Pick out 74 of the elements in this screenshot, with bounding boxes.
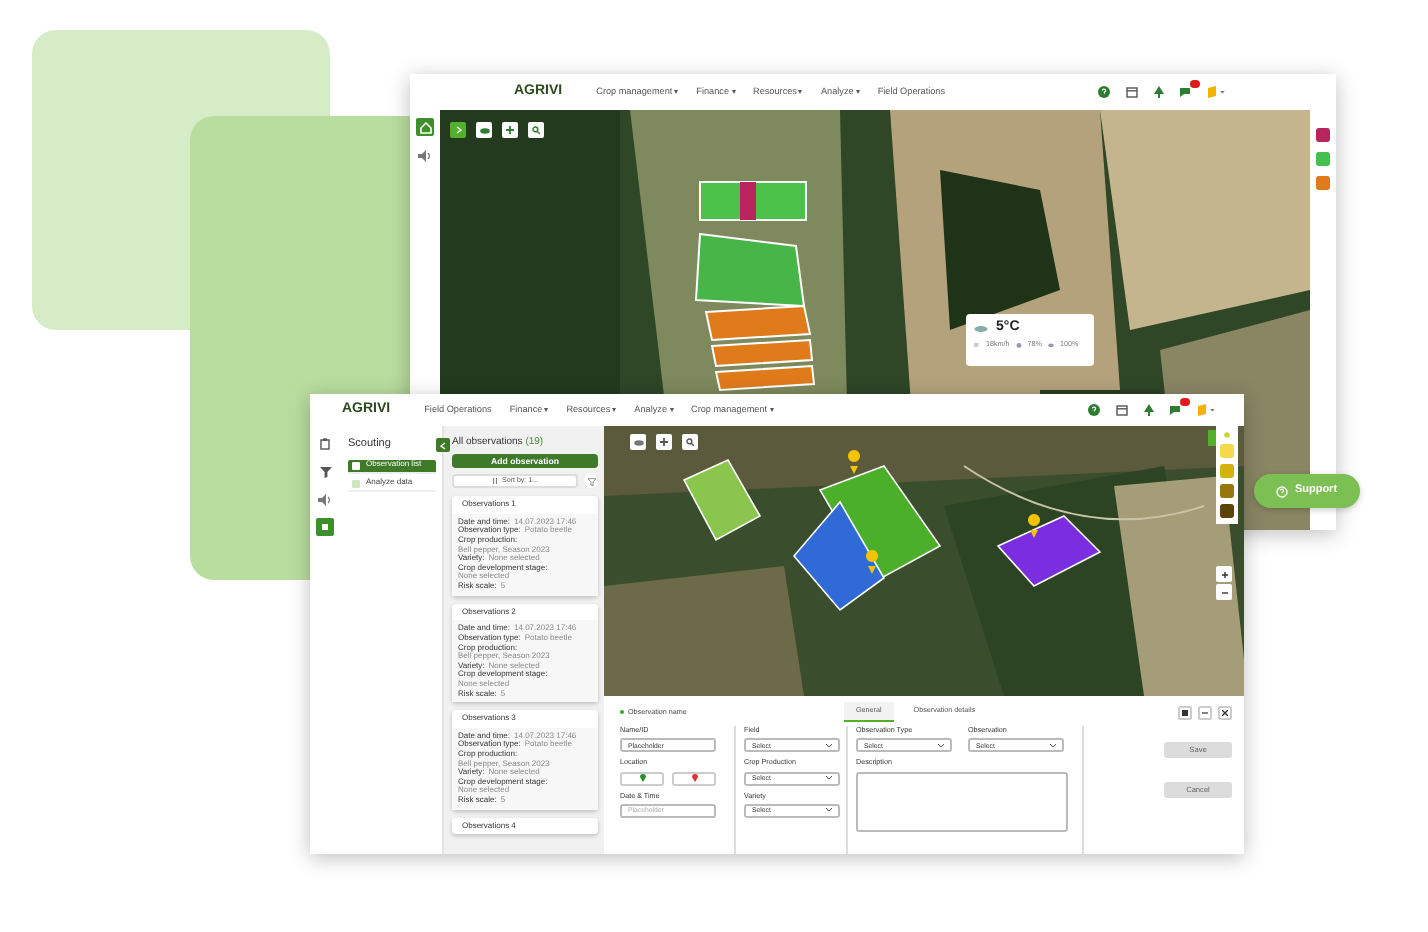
caret-icon (855, 90, 860, 94)
search-button[interactable] (682, 434, 698, 450)
map-pin-icon (639, 774, 645, 783)
legend-color[interactable] (1220, 484, 1234, 498)
caret-icon (612, 408, 617, 412)
legend-color[interactable] (1316, 176, 1330, 190)
home-button[interactable] (416, 118, 434, 136)
filter-button[interactable] (316, 462, 334, 480)
caret-icon (731, 90, 736, 94)
minimize-button[interactable] (1198, 705, 1212, 719)
caret-icon (769, 408, 774, 412)
clipboard-icon (320, 437, 330, 449)
eye-icon (633, 439, 643, 445)
plus-icon (1221, 571, 1227, 577)
tree-icon[interactable] (1144, 403, 1154, 416)
chevron-icon (440, 441, 446, 449)
add-button[interactable] (656, 434, 672, 450)
notification-badge (1190, 79, 1200, 88)
speaker-button[interactable] (316, 490, 334, 508)
map-pin-icon (691, 774, 697, 783)
location-button[interactable] (672, 771, 716, 786)
tree-icon[interactable] (1154, 85, 1164, 98)
legend-color[interactable] (1220, 504, 1234, 518)
sort-icon (492, 478, 499, 484)
caret-icon (669, 408, 673, 412)
drop-icon (1015, 342, 1022, 349)
help-icon (1276, 485, 1289, 497)
clipboard-button[interactable] (316, 434, 334, 452)
help-icon[interactable] (1088, 403, 1100, 416)
plus-icon (660, 438, 668, 446)
zoom-in-button[interactable] (1216, 566, 1232, 582)
legend-toggle[interactable] (1208, 430, 1216, 446)
eye-icon (479, 127, 489, 133)
search-button[interactable] (528, 122, 544, 138)
speaker-icon (318, 493, 332, 505)
house-icon (419, 121, 431, 133)
close-icon (1222, 709, 1228, 715)
caret-icon (674, 90, 679, 94)
legend-color[interactable] (1316, 128, 1330, 142)
chevron-icon (455, 126, 461, 134)
chat-icon[interactable] (1180, 85, 1192, 98)
wind-icon (974, 342, 980, 349)
legend-color[interactable] (1220, 464, 1234, 478)
scouting-button[interactable] (316, 518, 334, 536)
close-button[interactable] (1218, 705, 1232, 719)
view-button[interactable] (630, 434, 646, 450)
speaker-icon (418, 149, 432, 161)
cloud-icon (1048, 342, 1054, 349)
chat-icon[interactable] (1170, 403, 1182, 416)
plus-icon (506, 126, 514, 134)
zoom-out-button[interactable] (1216, 584, 1232, 600)
crop-icon (1224, 432, 1230, 438)
help-icon[interactable] (1098, 85, 1110, 98)
calendar-icon[interactable] (1116, 403, 1128, 416)
funnel-icon (587, 477, 595, 485)
expand-button[interactable] (450, 122, 466, 138)
speaker-button[interactable] (416, 146, 434, 164)
add-button[interactable] (502, 122, 518, 138)
collapse-button[interactable] (436, 438, 450, 452)
legend-color[interactable] (1220, 444, 1234, 458)
search-icon (686, 438, 694, 446)
location-button[interactable] (620, 771, 664, 786)
save-button[interactable] (1178, 705, 1192, 719)
caret-icon (798, 90, 803, 94)
calendar-icon[interactable] (1126, 85, 1138, 98)
notification-badge (1180, 397, 1190, 406)
funnel-icon (319, 465, 331, 477)
square-icon (322, 524, 328, 530)
search-icon (532, 126, 540, 134)
view-button[interactable] (476, 122, 492, 138)
cloud-icon (974, 324, 988, 333)
caret-icon (544, 408, 549, 412)
legend-color[interactable] (1316, 152, 1330, 166)
floppy-icon (1182, 709, 1188, 715)
